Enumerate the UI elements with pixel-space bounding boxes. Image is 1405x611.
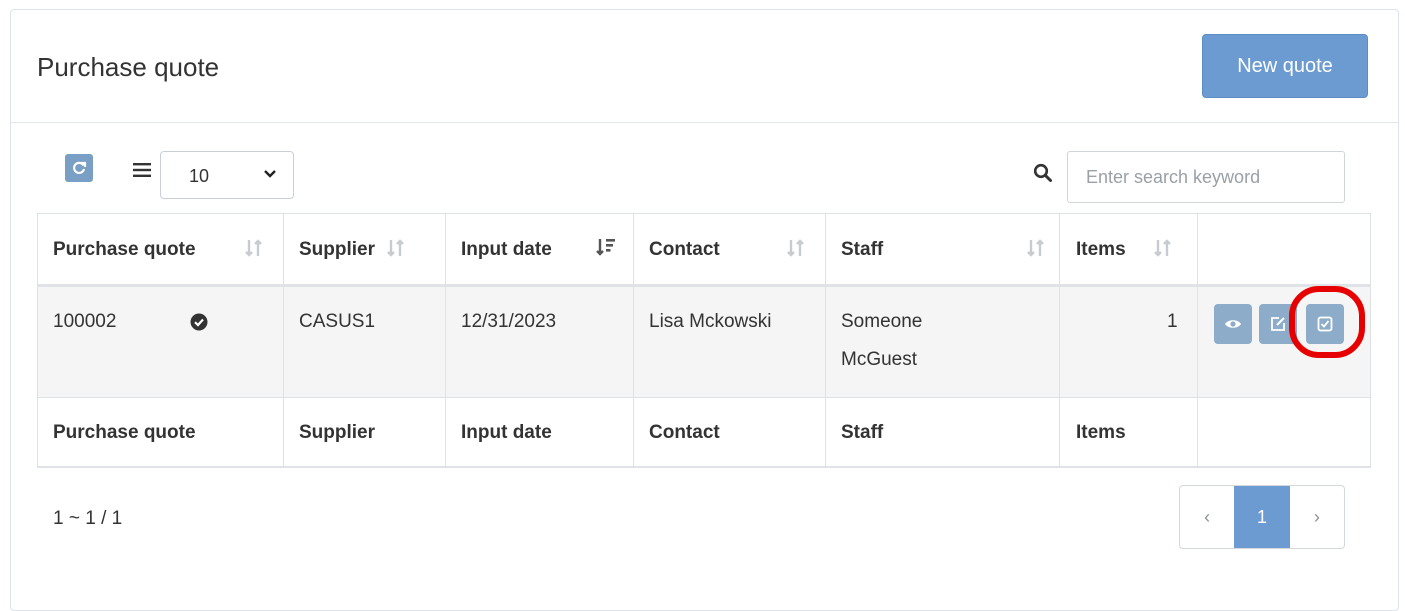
sort-icon[interactable] — [1027, 238, 1045, 258]
sort-icon[interactable] — [245, 238, 263, 258]
highlight-ring — [1289, 286, 1365, 358]
footer-contact: Contact — [649, 422, 720, 443]
search-input[interactable] — [1067, 151, 1345, 203]
footer-supplier: Supplier — [299, 422, 376, 443]
search-icon — [1033, 163, 1052, 182]
cell-staff-line-2: McGuest — [841, 349, 918, 370]
edit-icon — [1271, 317, 1285, 331]
column-header-items[interactable]: Items — [1076, 239, 1126, 261]
pagination-summary: 1 ~ 1 / 1 — [53, 508, 123, 529]
page-size-value: 10 — [189, 166, 210, 186]
cell-supplier: CASUS1 — [299, 311, 376, 332]
cell-purchase-quote[interactable]: 100002 — [53, 311, 116, 333]
sort-icon[interactable] — [387, 238, 405, 258]
pagination: ‹ 1 › — [1179, 485, 1345, 549]
sort-icon[interactable] — [1154, 238, 1172, 258]
column-header-purchase-quote[interactable]: Purchase quote — [53, 239, 196, 261]
quotes-table: Purchase quote Supplier Input date Conta… — [37, 213, 1371, 468]
footer-staff: Staff — [841, 422, 884, 443]
refresh-icon — [73, 161, 87, 174]
eye-icon — [1225, 320, 1241, 328]
column-header-input-date[interactable]: Input date — [461, 239, 552, 261]
column-header-staff[interactable]: Staff — [841, 239, 883, 261]
sort-icon[interactable] — [787, 238, 805, 258]
page-title: Purchase quote — [37, 52, 220, 82]
cell-items: 1 — [1167, 311, 1178, 332]
page-1-button[interactable]: 1 — [1234, 486, 1290, 548]
sort-descending-icon[interactable] — [596, 237, 616, 257]
page-size-select[interactable]: 10 — [160, 151, 294, 199]
list-icon — [133, 163, 151, 177]
new-quote-button[interactable]: New quote — [1202, 34, 1368, 98]
column-header-supplier[interactable]: Supplier — [299, 239, 375, 261]
next-page-button[interactable]: › — [1290, 486, 1344, 548]
column-header-contact[interactable]: Contact — [649, 239, 720, 261]
prev-page-button[interactable]: ‹ — [1180, 486, 1234, 548]
cell-staff-line-1: Someone — [841, 311, 923, 332]
footer-purchase-quote: Purchase quote — [53, 422, 196, 443]
chevron-down-icon — [264, 170, 276, 178]
view-button[interactable] — [1214, 304, 1252, 344]
refresh-button[interactable] — [65, 154, 93, 182]
cell-input-date: 12/31/2023 — [461, 311, 557, 332]
footer-input-date: Input date — [461, 422, 552, 443]
panel-header: Purchase quote New quote — [11, 10, 1398, 123]
cell-contact: Lisa Mckowski — [649, 311, 772, 332]
check-circle-icon — [190, 313, 208, 331]
footer-items: Items — [1076, 422, 1126, 443]
